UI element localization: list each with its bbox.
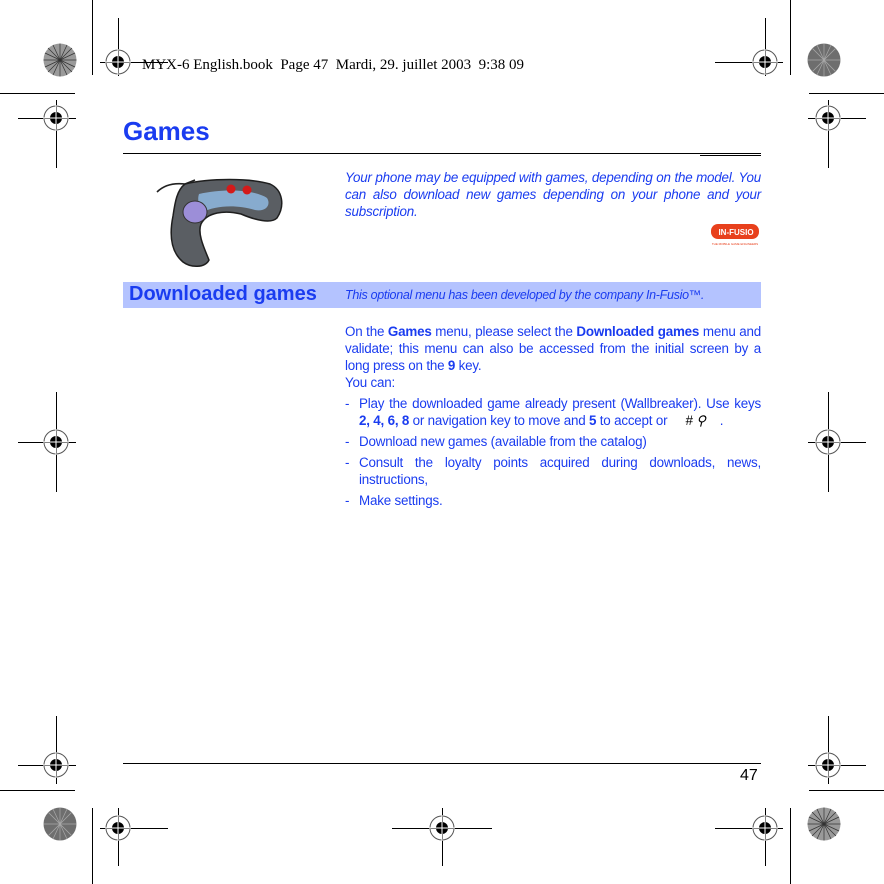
bullet-dash: - xyxy=(345,434,350,449)
list-item-text: Download new games (available from the c… xyxy=(359,434,647,449)
page-number: 47 xyxy=(740,767,758,784)
registration-target-icon xyxy=(815,752,841,778)
text-run: key. xyxy=(455,358,482,373)
logo-tagline: THE MOBILE GAME ENGINEERS xyxy=(712,242,758,246)
menu-name-games: Games xyxy=(387,324,432,339)
text-run: Play the downloaded game already present… xyxy=(359,396,761,411)
list-item-text: Make settings. xyxy=(359,493,443,508)
title-divider xyxy=(123,153,761,154)
registration-target-icon xyxy=(752,49,778,75)
you-can-label: You can: xyxy=(345,375,396,390)
instructions-paragraph: On the Games menu, please select the Dow… xyxy=(345,323,761,374)
text-run: to accept or xyxy=(596,413,668,428)
text-run: On the xyxy=(345,324,388,339)
print-header-stamp: MYX-6 English.book Page 47 Mardi, 29. ju… xyxy=(142,57,525,73)
bullet-dash: - xyxy=(345,396,350,411)
crop-line xyxy=(700,155,761,156)
in-fusio-logo: IN-FUSIO THE MOBILE GAME ENGINEERS xyxy=(710,222,760,248)
crop-line xyxy=(809,790,884,791)
crop-line xyxy=(0,93,75,94)
registration-target-icon xyxy=(815,105,841,131)
bullet-dash: - xyxy=(345,455,350,470)
crop-line xyxy=(790,808,791,884)
list-item: - Consult the loyalty points acquired du… xyxy=(345,454,761,488)
intro-paragraph: Your phone may be equipped with games, d… xyxy=(345,170,761,219)
list-item: - Play the downloaded game already prese… xyxy=(345,395,761,429)
footer-divider xyxy=(123,763,761,764)
subsection-title: Downloaded games xyxy=(129,283,317,305)
crop-line xyxy=(790,0,791,75)
logo-text: IN-FUSIO xyxy=(718,228,753,237)
bullet-dash: - xyxy=(345,493,350,508)
in-fusio-logo-icon: IN-FUSIO THE MOBILE GAME ENGINEERS xyxy=(711,224,759,246)
list-item: - Make settings. xyxy=(345,492,761,509)
text-run: menu, please select the xyxy=(431,324,577,339)
color-rose-icon xyxy=(43,43,77,77)
crop-line xyxy=(0,790,75,791)
registration-target-icon xyxy=(429,815,455,841)
registration-target-icon xyxy=(752,815,778,841)
crop-line xyxy=(92,0,93,75)
gamepad-illustration-icon xyxy=(156,178,283,267)
options-list: - Play the downloaded game already prese… xyxy=(345,395,761,509)
crop-line xyxy=(92,808,93,884)
registration-target-icon xyxy=(815,429,841,455)
subsection-note: This optional menu has been developed by… xyxy=(345,288,705,302)
hash-and-key-icon: # ⚲ xyxy=(685,413,706,428)
body-content: On the Games menu, please select the Dow… xyxy=(345,323,761,513)
registration-target-icon xyxy=(43,429,69,455)
registration-target-icon xyxy=(43,752,69,778)
page-title: Games xyxy=(123,116,210,146)
registration-target-icon xyxy=(43,105,69,131)
color-rose-icon xyxy=(43,807,77,841)
menu-name-downloaded-games: Downloaded games xyxy=(576,324,700,339)
crop-line xyxy=(809,93,884,94)
move-keys: 2, 4, 6, 8 xyxy=(359,413,410,428)
color-rose-icon xyxy=(807,43,841,77)
color-rose-icon xyxy=(807,807,841,841)
list-item: - Download new games (available from the… xyxy=(345,433,761,450)
text-run: or navigation key to move and xyxy=(409,413,590,428)
text-run: . xyxy=(719,413,724,428)
registration-target-icon xyxy=(105,49,131,75)
list-item-text: Consult the loyalty points acquired duri… xyxy=(359,455,761,487)
registration-target-icon xyxy=(105,815,131,841)
